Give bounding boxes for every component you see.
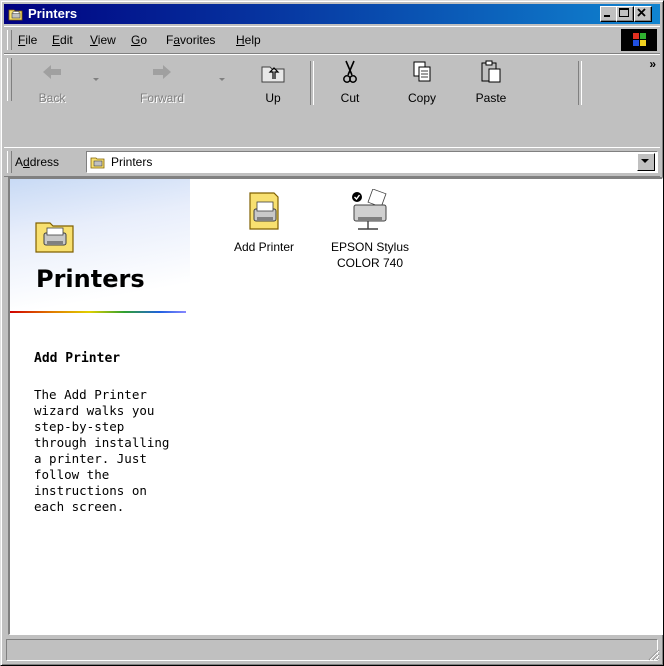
address-bar: Address Printers (4, 147, 660, 177)
printer-icon (352, 189, 387, 230)
menu-favorites[interactable]: Favorites (166, 32, 215, 48)
up-folder-icon (261, 66, 285, 83)
epson-printer-label: EPSON Stylus COLOR 740 (330, 240, 410, 270)
forward-dropdown-icon[interactable] (218, 77, 226, 83)
printers-folder-large-icon (35, 222, 74, 253)
title-bar[interactable]: Printers (4, 4, 660, 24)
address-grip[interactable] (7, 151, 12, 173)
status-pane (6, 639, 658, 661)
add-printer-label: Add Printer (233, 240, 295, 254)
close-button[interactable] (634, 6, 652, 22)
maximize-button[interactable] (616, 6, 634, 22)
back-arrow-icon (43, 65, 61, 79)
address-label: Address (15, 155, 60, 169)
forward-button[interactable]: Forward (114, 57, 210, 107)
menu-grip[interactable] (7, 30, 12, 50)
copy-button[interactable]: Copy (392, 57, 452, 107)
back-dropdown-icon[interactable] (92, 77, 100, 83)
selected-item-description: The Add Printer wizard walks you step-by… (34, 387, 170, 514)
windows-flag-icon (633, 33, 646, 46)
scissors-icon (343, 60, 357, 83)
toolbar-separator-2 (578, 61, 582, 105)
rainbow-divider (10, 311, 186, 313)
copy-icon (413, 61, 431, 82)
windows-logo (621, 29, 657, 51)
minimize-icon (604, 15, 610, 17)
cut-button[interactable]: Cut (324, 57, 376, 107)
status-bar (4, 637, 660, 661)
address-value: Printers (111, 155, 153, 169)
address-input[interactable]: Printers (86, 151, 658, 173)
selected-item-name: Add Printer (34, 351, 121, 366)
close-icon (637, 8, 646, 17)
paste-clipboard-icon (481, 60, 501, 83)
toolbar-separator (310, 61, 314, 105)
menu-go[interactable]: Go (131, 32, 147, 48)
web-view-sidebar: Printers Add Printer The Add Printer wiz… (10, 179, 190, 634)
resize-grip-icon[interactable] (646, 647, 660, 661)
add-printer-item[interactable]: Add Printer (216, 189, 312, 255)
add-printer-icon (249, 192, 279, 230)
menu-file[interactable]: File (18, 32, 37, 48)
standard-toolbar: Back Forward Up Cut Copy Paste » (4, 54, 660, 148)
toolbar-grip[interactable] (7, 58, 12, 101)
printers-folder-icon (8, 9, 23, 21)
address-dropdown-button[interactable] (637, 153, 655, 171)
window-title: Printers (28, 6, 78, 21)
up-button[interactable]: Up (248, 57, 298, 107)
menu-edit[interactable]: Edit (52, 32, 73, 48)
epson-printer-item[interactable]: EPSON Stylus COLOR 740 (322, 189, 418, 271)
sidebar-title: Printers (36, 265, 145, 293)
maximize-icon (619, 8, 629, 17)
back-button[interactable]: Back (22, 57, 82, 107)
chevron-down-icon (641, 159, 649, 163)
menu-help[interactable]: Help (236, 32, 261, 48)
printers-window: Printers File Edit View Go Favorites Hel… (0, 0, 664, 666)
folder-view[interactable]: Printers Add Printer The Add Printer wiz… (8, 177, 663, 635)
toolbar-more-chevron[interactable]: » (649, 57, 656, 71)
printers-folder-small-icon (90, 157, 105, 169)
forward-arrow-icon (153, 65, 171, 79)
menu-bar: File Edit View Go Favorites Help (4, 26, 660, 54)
menu-view[interactable]: View (90, 32, 116, 48)
paste-button[interactable]: Paste (460, 57, 522, 107)
